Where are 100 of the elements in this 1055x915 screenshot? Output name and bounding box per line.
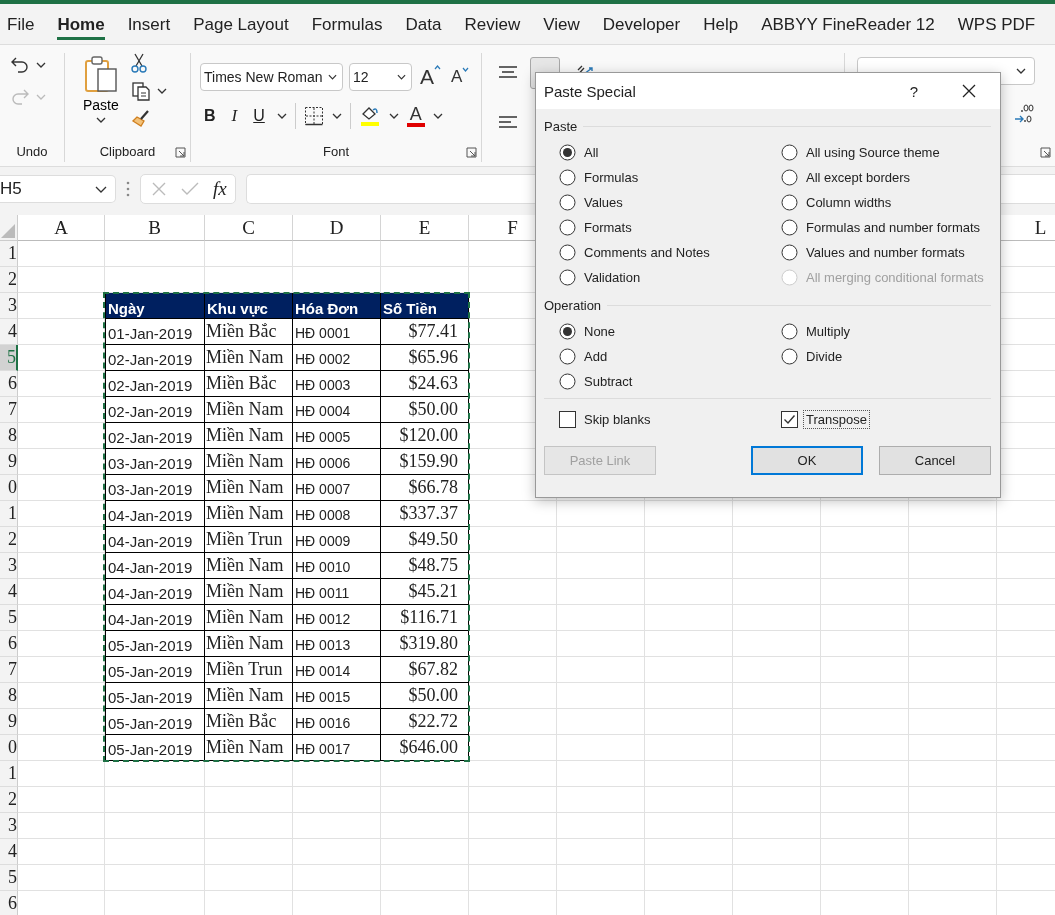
check-icon[interactable] <box>181 182 199 196</box>
ribbon-tab[interactable]: Page Layout <box>193 8 289 40</box>
radio-button[interactable] <box>559 373 576 390</box>
caret-icon[interactable] <box>331 113 342 119</box>
option-label[interactable]: All <box>581 143 602 162</box>
option-label[interactable]: Values and number formats <box>803 243 968 262</box>
radio-button[interactable] <box>559 144 576 161</box>
row-header[interactable]: 8 <box>0 683 18 709</box>
column-header[interactable]: B <box>148 216 161 239</box>
dialog-button[interactable]: Cancel <box>879 446 991 475</box>
launcher-icon[interactable] <box>466 147 477 158</box>
caret-icon[interactable] <box>276 113 287 119</box>
row-header[interactable]: 1 <box>0 761 18 787</box>
option-label[interactable]: Add <box>581 347 611 366</box>
option-label[interactable]: Multiply <box>803 322 854 341</box>
row-header[interactable]: 7 <box>0 397 18 423</box>
caret-icon[interactable] <box>156 88 167 94</box>
ribbon-tab[interactable]: Home <box>57 8 105 40</box>
row-header[interactable]: 4 <box>0 579 18 605</box>
caret-icon[interactable] <box>36 62 46 68</box>
option-label[interactable]: Column widths <box>803 193 895 212</box>
fill-color-icon[interactable] <box>358 105 381 127</box>
launcher-icon[interactable] <box>1040 147 1051 158</box>
ribbon-tab[interactable]: Data <box>405 8 442 40</box>
row-header[interactable]: 7 <box>0 657 18 683</box>
row-header[interactable]: 0 <box>0 735 18 761</box>
option-label[interactable]: Values <box>581 193 626 212</box>
font-size-dropdown[interactable]: 12 <box>349 63 412 91</box>
row-header[interactable]: 9 <box>0 709 18 735</box>
radio-button[interactable] <box>781 323 798 340</box>
row-header[interactable]: 3 <box>0 293 18 319</box>
row-header[interactable]: 2 <box>0 267 18 293</box>
paste-button[interactable]: Paste <box>79 53 123 140</box>
close-icon[interactable] <box>962 84 976 98</box>
paintbrush-icon[interactable] <box>130 109 151 129</box>
ribbon-tab[interactable]: Review <box>464 8 521 40</box>
ribbon-tab[interactable]: View <box>543 8 580 40</box>
option-label[interactable]: Comments and Notes <box>581 243 713 262</box>
checkbox[interactable] <box>781 411 798 428</box>
radio-button[interactable] <box>781 219 798 236</box>
column-header[interactable]: E <box>418 216 431 239</box>
row-header[interactable]: 5 <box>0 345 18 371</box>
row-header[interactable]: 4 <box>0 319 18 345</box>
row-header[interactable]: 6 <box>0 631 18 657</box>
column-header[interactable]: C <box>242 216 255 239</box>
option-label[interactable]: Subtract <box>581 372 636 391</box>
row-header[interactable]: 2 <box>0 527 18 553</box>
row-header[interactable]: 1 <box>0 241 18 267</box>
row-header[interactable]: 3 <box>0 553 18 579</box>
ribbon-tab[interactable]: Insert <box>127 8 171 40</box>
radio-button[interactable] <box>559 269 576 286</box>
bold-button[interactable]: B <box>200 107 220 125</box>
italic-button[interactable]: I <box>227 106 242 126</box>
column-header[interactable]: D <box>329 216 344 239</box>
ribbon-tab[interactable]: Formulas <box>311 8 383 40</box>
option-label[interactable]: Divide <box>803 347 846 366</box>
checkbox-label[interactable]: Transpose <box>803 410 870 429</box>
radio-button[interactable] <box>559 323 576 340</box>
option-label[interactable]: Formats <box>581 218 635 237</box>
copy-icon[interactable] <box>130 81 151 101</box>
ribbon-tab[interactable]: Developer <box>602 8 681 40</box>
decrease-decimal-icon[interactable] <box>1013 103 1035 125</box>
row-header[interactable]: 1 <box>0 501 18 527</box>
undo-icon[interactable] <box>10 55 30 75</box>
ribbon-tab[interactable]: ABBYY FineReader 12 <box>761 8 935 40</box>
row-header[interactable]: 6 <box>0 891 18 915</box>
column-header[interactable]: F <box>507 216 518 239</box>
dialog-button[interactable]: OK <box>751 446 863 475</box>
radio-button[interactable] <box>781 144 798 161</box>
option-label[interactable]: Formulas and number formats <box>803 218 984 237</box>
radio-button[interactable] <box>559 348 576 365</box>
name-box[interactable]: H5 <box>0 175 116 203</box>
align-top-icon[interactable] <box>498 65 518 81</box>
checkbox[interactable] <box>559 411 576 428</box>
radio-button[interactable] <box>559 169 576 186</box>
ribbon-tab[interactable]: File <box>7 8 35 40</box>
radio-button[interactable] <box>781 348 798 365</box>
font-color-button[interactable]: A <box>406 105 425 127</box>
underline-button[interactable]: U <box>249 107 269 125</box>
launcher-icon[interactable] <box>175 147 186 158</box>
checkbox-label[interactable]: Skip blanks <box>581 410 654 429</box>
row-header[interactable]: 6 <box>0 371 18 397</box>
radio-button[interactable] <box>781 169 798 186</box>
option-label[interactable]: Formulas <box>581 168 642 187</box>
caret-icon[interactable] <box>388 113 399 119</box>
drag-handle-icon[interactable] <box>126 181 130 197</box>
row-header[interactable]: 2 <box>0 787 18 813</box>
grow-font-button[interactable]: A <box>418 65 443 89</box>
caret-icon[interactable] <box>432 113 443 119</box>
insert-function-button[interactable]: fx <box>213 178 227 200</box>
help-button[interactable]: ? <box>905 82 922 100</box>
column-header[interactable]: L <box>1034 216 1047 239</box>
radio-button[interactable] <box>781 244 798 261</box>
ribbon-tab[interactable]: Help <box>703 8 739 40</box>
option-label[interactable]: Validation <box>581 268 644 287</box>
radio-button[interactable] <box>559 219 576 236</box>
row-header[interactable]: 0 <box>0 475 18 501</box>
scissors-icon[interactable] <box>130 53 147 73</box>
ribbon-tab[interactable]: WPS PDF <box>957 8 1036 40</box>
row-header[interactable]: 8 <box>0 423 18 449</box>
